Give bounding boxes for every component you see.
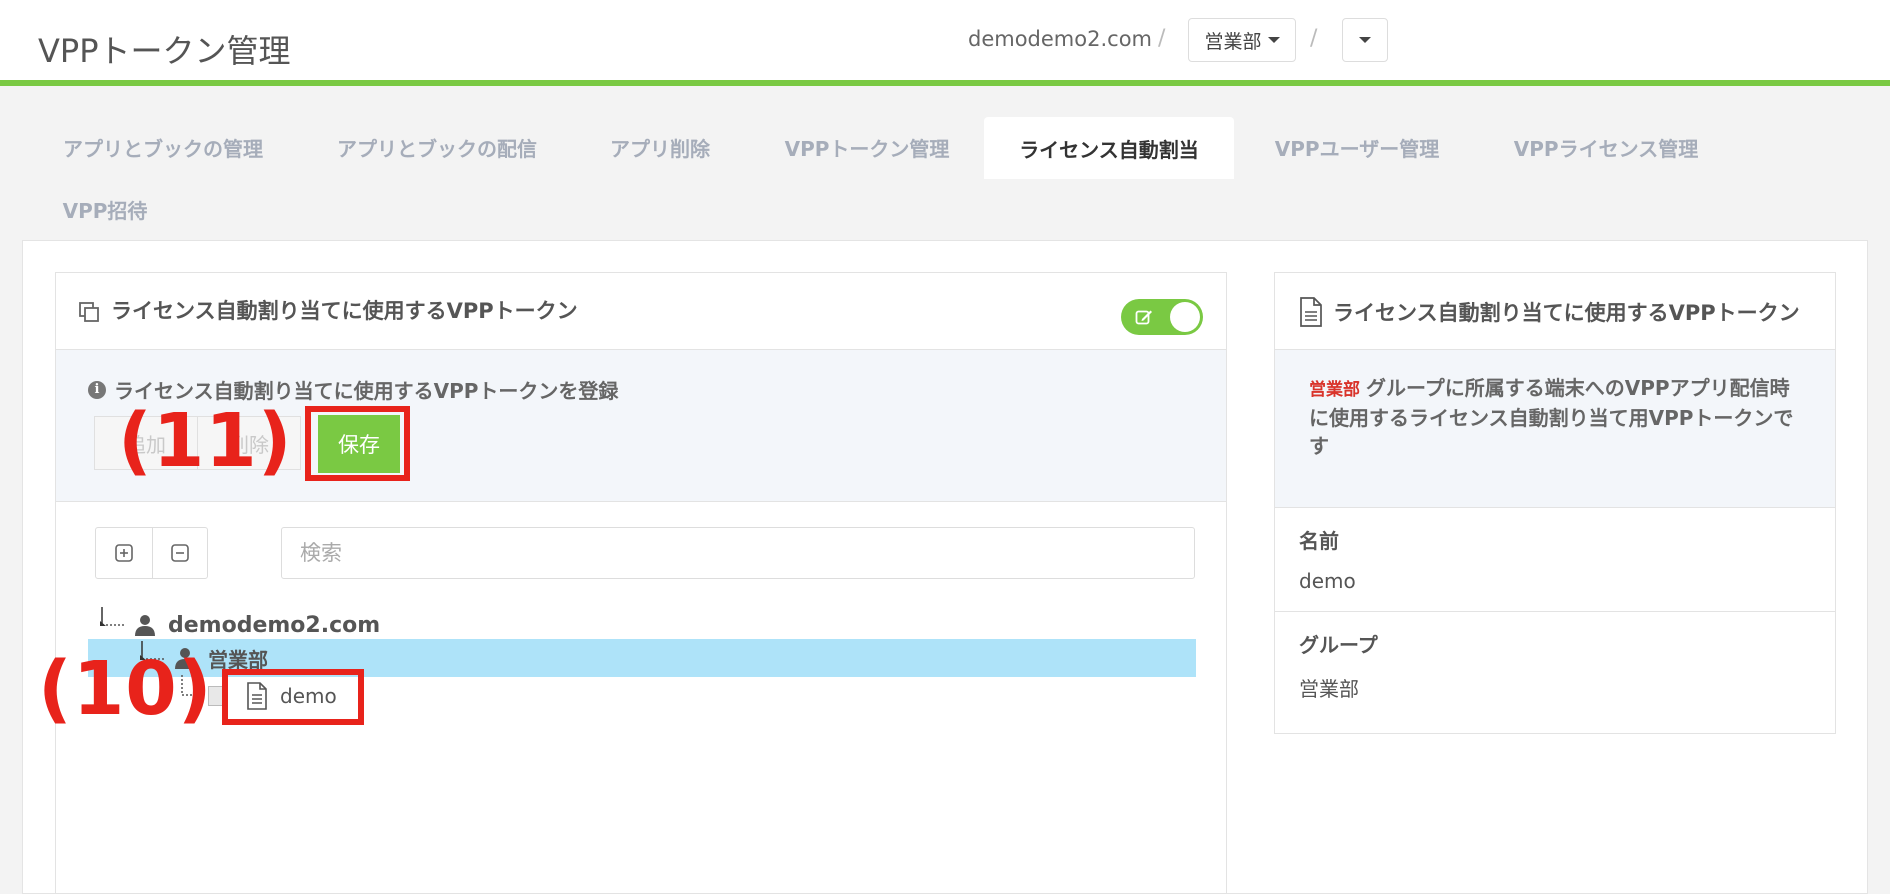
caret-down-icon — [1359, 37, 1371, 43]
annotation-box-leaf — [222, 669, 364, 725]
tree-connector-icon — [100, 607, 124, 626]
group-dropdown[interactable]: 営業部 — [1188, 18, 1296, 62]
name-value: demo — [1299, 569, 1356, 593]
detail-description: 営業部 グループに所属する端末へのVPPアプリ配信時に使用するライセンス自動割り当… — [1275, 350, 1835, 508]
expand-all-button[interactable] — [96, 528, 152, 578]
panel-header: ライセンス自動割り当てに使用するVPPトークン — [56, 273, 1226, 350]
collapse-minus-icon — [170, 544, 189, 562]
panel-title: ライセンス自動割り当てに使用するVPPトークン — [111, 299, 578, 323]
edit-toggle[interactable] — [1121, 299, 1203, 335]
token-detail-panel: ライセンス自動割り当てに使用するVPPトークン 営業部 グループに所属する端末への… — [1274, 272, 1836, 734]
tab-vpp-users[interactable]: VPPユーザー管理 — [1262, 116, 1452, 178]
tab-app-book-distribution[interactable]: アプリとブックの配信 — [322, 116, 552, 178]
caret-down-icon — [1267, 37, 1280, 43]
annotation-box-save — [305, 406, 410, 481]
group-label: グループ — [1299, 633, 1378, 657]
sub-dropdown[interactable] — [1342, 18, 1388, 62]
app-header: VPPトークン管理 demodemo2.com / 営業部 / — [0, 0, 1890, 86]
edit-icon — [1135, 310, 1152, 325]
expand-plus-icon — [114, 544, 133, 562]
search-input[interactable] — [281, 527, 1195, 579]
tab-vpp-invite[interactable]: VPP招待 — [48, 178, 162, 240]
tab-vpp-licenses[interactable]: VPPライセンス管理 — [1504, 116, 1708, 178]
description-group-name: 営業部 — [1309, 380, 1360, 400]
token-tree-panel: ライセンス自動割り当てに使用するVPPトークン i ライセンス自動割り当てに使用… — [55, 272, 1227, 894]
tab-app-book-management[interactable]: アプリとブックの管理 — [48, 116, 278, 178]
panel-header: ライセンス自動割り当てに使用するVPPトークン — [1275, 273, 1835, 350]
tab-vpp-token[interactable]: VPPトークン管理 — [772, 116, 962, 178]
toggle-knob — [1170, 302, 1200, 332]
field-divider — [1275, 611, 1835, 612]
annotation-label-leaf: (10) — [38, 646, 213, 732]
tab-license-auto-assign[interactable]: ライセンス自動割当 — [984, 117, 1234, 179]
tree-node-root[interactable]: demodemo2.com — [134, 607, 380, 643]
group-value: 営業部 — [1299, 677, 1359, 701]
collapse-all-button[interactable] — [151, 528, 208, 578]
tab-app-delete[interactable]: アプリ削除 — [600, 116, 720, 178]
tree-node-label: demodemo2.com — [168, 612, 381, 638]
info-icon: i — [88, 380, 106, 399]
annotation-label-save: (11) — [118, 398, 293, 484]
document-icon — [1300, 297, 1322, 327]
breadcrumb-domain[interactable]: demodemo2.com — [968, 27, 1152, 51]
page-title: VPPトークン管理 — [38, 32, 291, 70]
breadcrumb-separator: / — [1310, 26, 1318, 51]
tree-expand-controls — [95, 527, 208, 579]
copy-icon — [79, 302, 99, 322]
breadcrumb-separator: / — [1158, 26, 1166, 51]
group-dropdown-label: 営業部 — [1204, 30, 1262, 53]
description-text: グループに所属する端末へのVPPアプリ配信時に使用するライセンス自動割り当て用V… — [1309, 376, 1794, 458]
user-icon — [135, 615, 155, 636]
panel-title: ライセンス自動割り当てに使用するVPPトークン — [1333, 301, 1800, 325]
name-label: 名前 — [1299, 529, 1339, 553]
